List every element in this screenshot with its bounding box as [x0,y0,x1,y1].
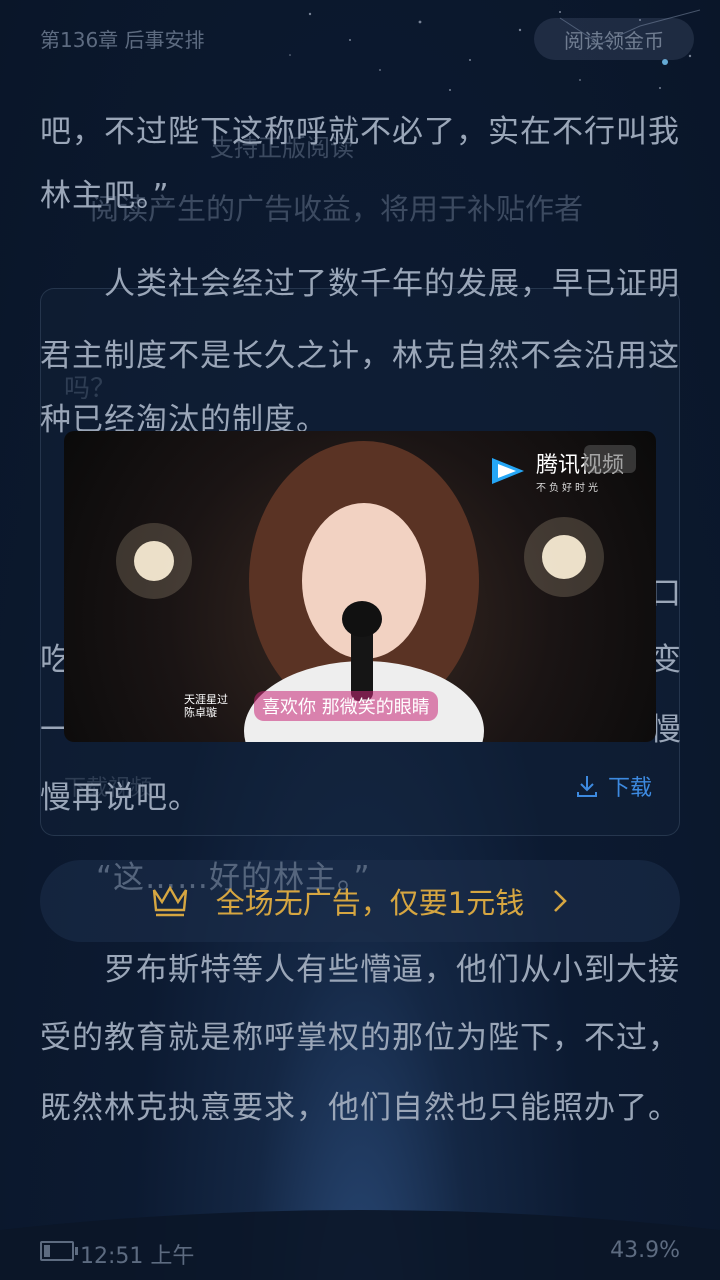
chevron-right-icon [554,890,568,912]
footer-time: 12:51 上午 [80,1244,195,1269]
text-line: 罗布斯特等人有些懵逼，他们从小到大接 [40,952,680,988]
read-coin-button[interactable]: 阅读领金币 [534,18,694,60]
text-line: 林主吧。” [40,178,170,214]
download-button[interactable]: 下载 [574,770,652,802]
reading-progress: 43.9% [610,1238,680,1263]
download-icon [577,776,597,797]
brand-slogan: 不负好时光 [536,483,601,494]
text-line: 吧，不过陛下这称呼就不必了，实在不行叫我 [40,114,680,150]
caption-tag: 天涯星过 陈卓璇 [184,693,228,719]
text-line: 人类社会经过了数千年的发展，早已证明 [40,266,680,302]
video-ad[interactable]: 腾讯视频 不负好时光 天涯星过 陈卓璇 喜欢你 那微笑的眼睛 [64,431,656,742]
text-line: 君主制度不是长久之计，林克自然不会沿用这 [40,338,680,374]
close-ad-button[interactable] [584,445,636,473]
crown-icon [152,885,187,917]
video-caption: 喜欢你 那微笑的眼睛 [254,691,438,721]
download-label: 下载 [608,776,653,801]
battery-icon [40,1241,78,1261]
no-ads-text: 全场无广告，仅要1元钱 [215,886,525,920]
chapter-title: 第136章 后事安排 [40,28,205,52]
partial-text-left: 慢再说吧。 [40,780,200,816]
text-line: 受的教育就是称呼掌权的那位为陛下，不过， [40,1020,680,1056]
text-line: 既然林克执意要求，他们自然也只能照办了。 [40,1090,680,1126]
no-ads-banner[interactable]: 全场无广告，仅要1元钱 [40,860,680,942]
tencent-video-icon [492,457,524,484]
